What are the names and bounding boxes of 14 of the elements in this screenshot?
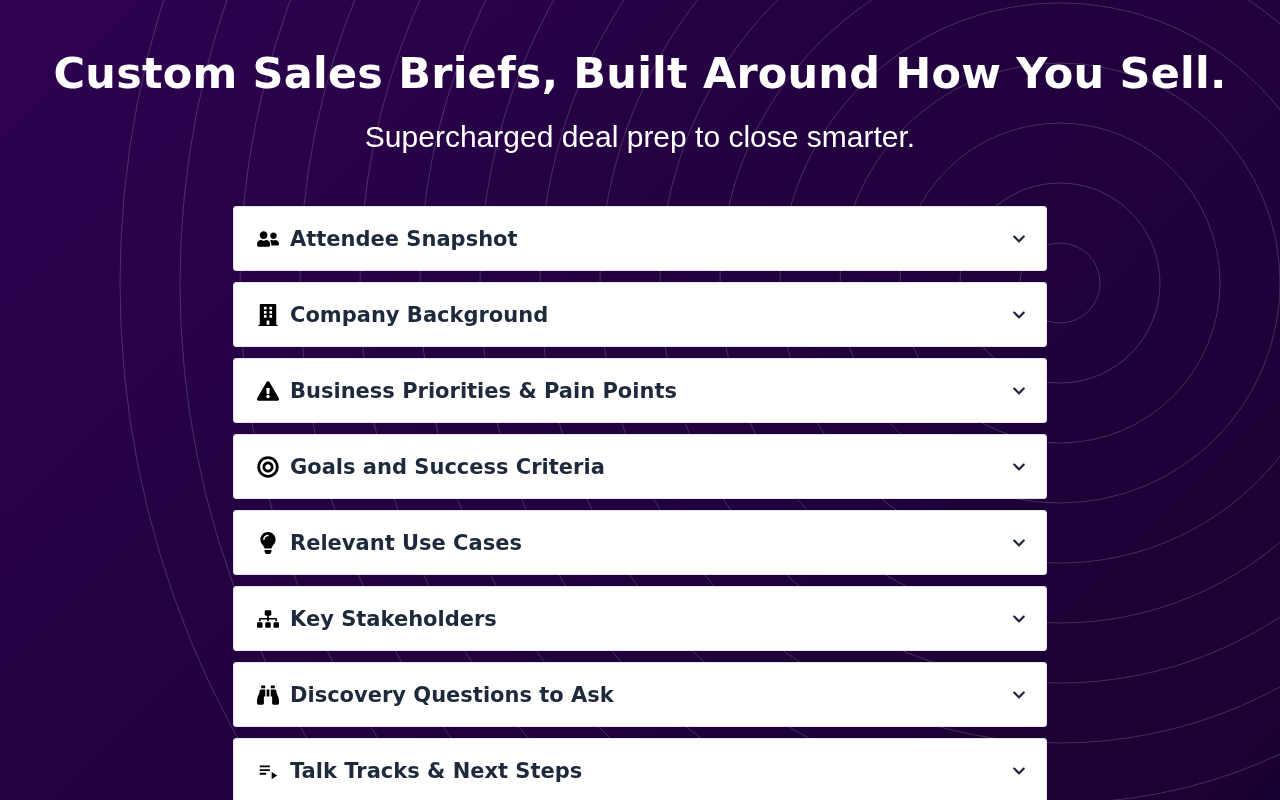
binoculars-icon xyxy=(256,682,280,707)
accordion-header[interactable]: Business Priorities & Pain Points xyxy=(233,358,1047,423)
warning-icon xyxy=(256,378,280,403)
accordion-header[interactable]: Discovery Questions to Ask xyxy=(233,662,1047,727)
target-icon xyxy=(256,454,280,479)
accordion-header[interactable]: Key Stakeholders xyxy=(233,586,1047,651)
building-icon xyxy=(256,302,280,327)
accordion-header[interactable]: Goals and Success Criteria xyxy=(233,434,1047,499)
accordion-header[interactable]: Attendee Snapshot xyxy=(233,206,1047,271)
accordion-header[interactable]: Relevant Use Cases xyxy=(233,510,1047,575)
accordion-header[interactable]: Company Background xyxy=(233,282,1047,347)
page-subtitle: Supercharged deal prep to close smarter. xyxy=(364,120,916,154)
accordion-header[interactable]: Talk Tracks & Next Steps xyxy=(233,738,1047,800)
page-title: Custom Sales Briefs, Built Around How You Sell. xyxy=(53,48,1227,98)
